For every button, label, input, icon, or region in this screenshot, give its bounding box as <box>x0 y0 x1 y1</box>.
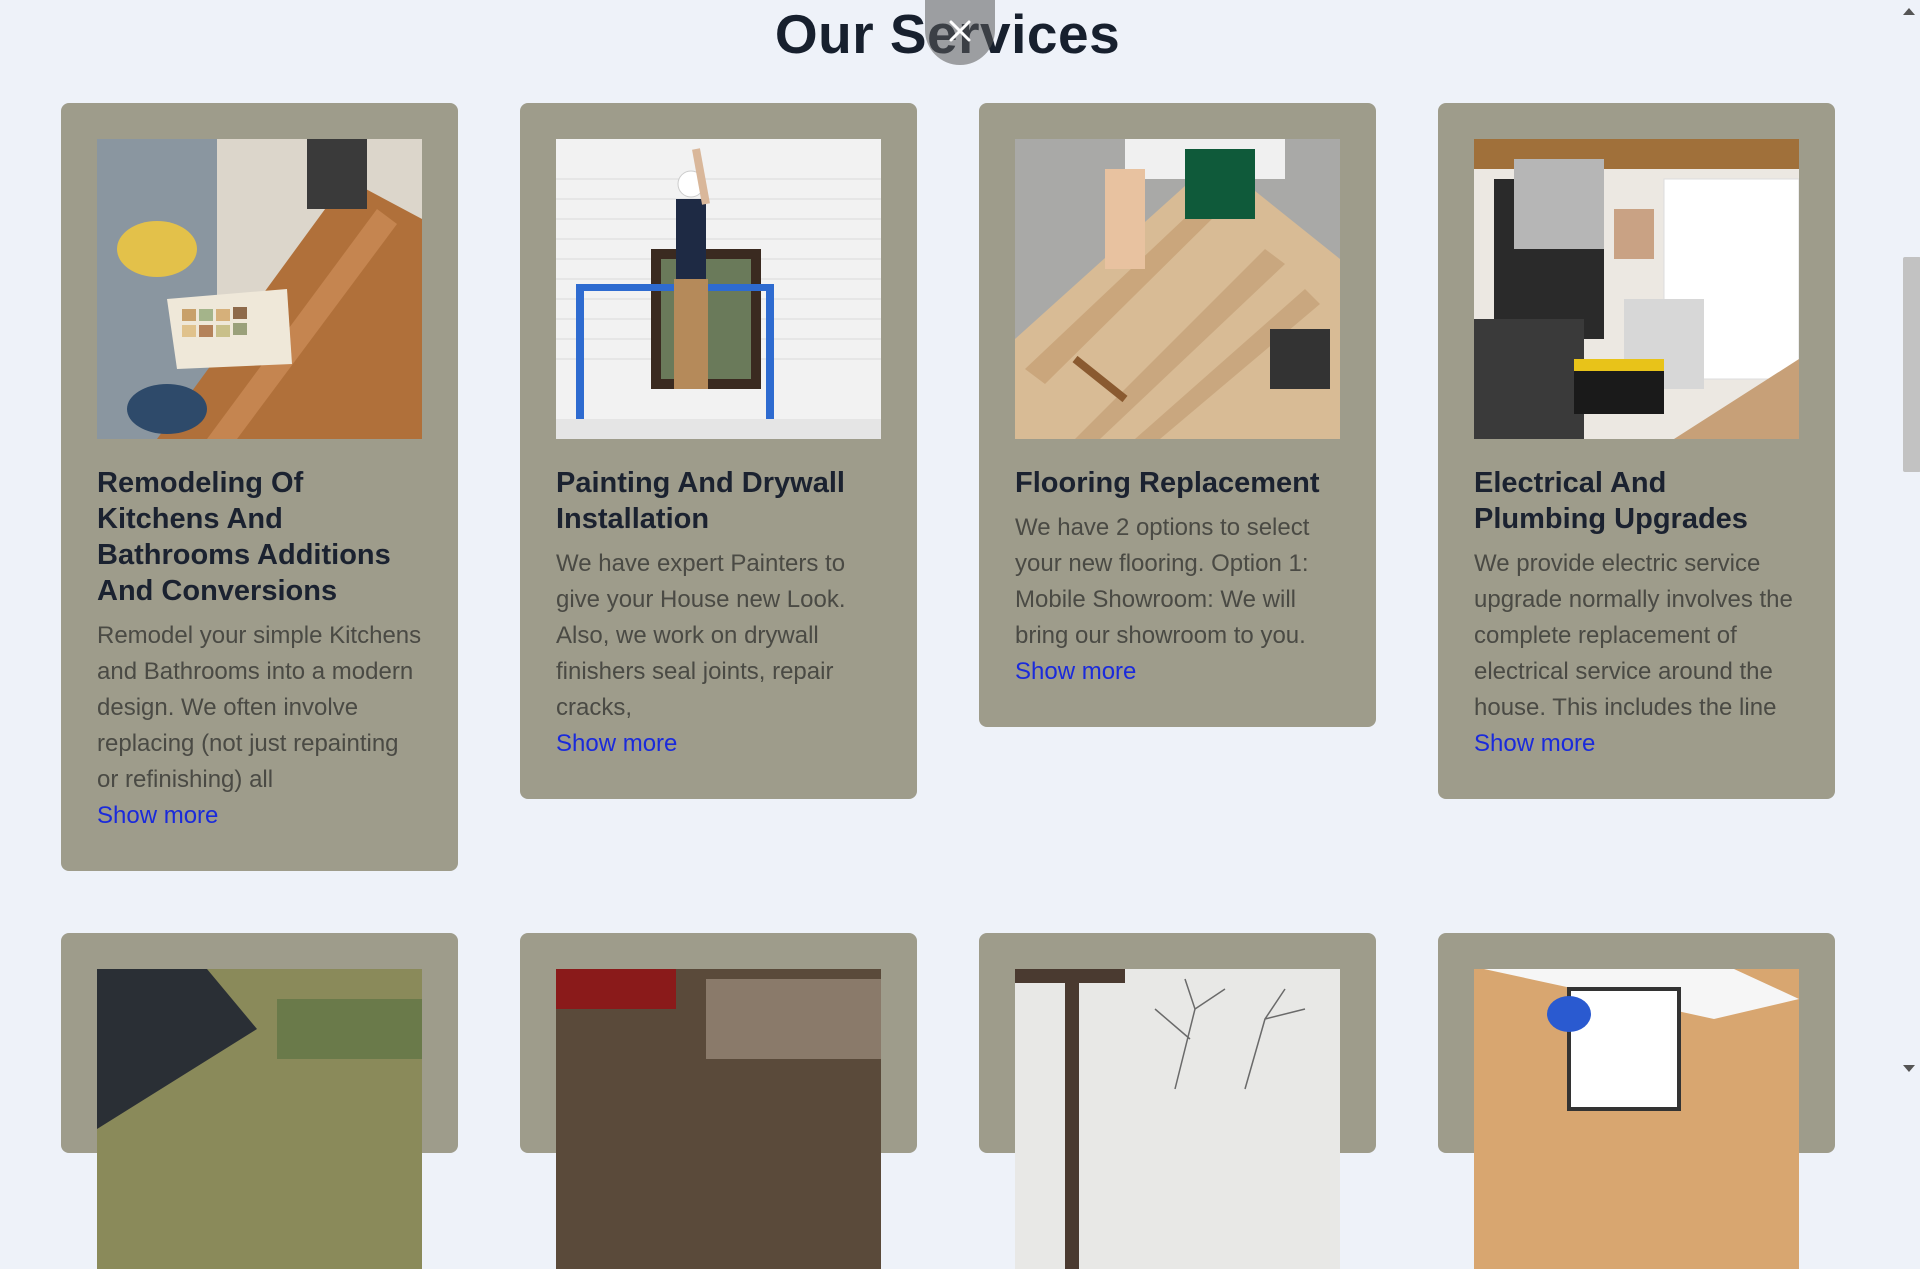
painter-photo <box>556 139 881 439</box>
service-card <box>979 933 1376 1269</box>
plumbing-photo <box>1474 139 1799 439</box>
service-card <box>61 933 458 1269</box>
service-title: Electrical And Plumbing Upgrades <box>1474 467 1748 535</box>
close-icon <box>949 20 971 41</box>
landscaping-photo <box>1015 969 1340 1269</box>
show-more-link[interactable]: Show more <box>97 798 422 834</box>
service-card <box>520 933 917 1269</box>
show-more-link[interactable]: Show more <box>1015 654 1340 690</box>
roofing-photo <box>97 969 422 1269</box>
flooring-photo <box>1015 139 1340 439</box>
service-description: We have 2 options to select your new flo… <box>1015 514 1310 649</box>
scroll-thumb[interactable] <box>1903 257 1920 472</box>
scroll-down-icon[interactable] <box>1903 1065 1915 1072</box>
service-card-painting: Painting And Drywall Installation We hav… <box>520 103 917 799</box>
service-description: Remodel your simple Kitchens and Bathroo… <box>97 622 422 793</box>
show-more-link[interactable]: Show more <box>1474 726 1799 762</box>
service-card-remodeling: Remodeling Of Kitchens And Bathrooms Add… <box>61 103 458 871</box>
service-card <box>1438 933 1835 1269</box>
kitchen-remodel-photo <box>97 139 422 439</box>
show-more-link[interactable]: Show more <box>556 726 881 762</box>
service-title: Painting And Drywall Installation <box>556 467 845 535</box>
vertical-scrollbar[interactable] <box>1897 0 1920 1080</box>
service-description: We provide electric service upgrade norm… <box>1474 550 1793 721</box>
service-card-flooring: Flooring Replacement We have 2 options t… <box>979 103 1376 727</box>
inspection-photo <box>1474 969 1799 1269</box>
carpentry-photo <box>556 969 881 1269</box>
service-title: Flooring Replacement <box>1015 467 1320 499</box>
service-card-electrical: Electrical And Plumbing Upgrades We prov… <box>1438 103 1835 799</box>
scroll-up-icon[interactable] <box>1903 8 1915 15</box>
service-description: We have expert Painters to give your Hou… <box>556 550 846 721</box>
service-title: Remodeling Of Kitchens And Bathrooms Add… <box>97 467 391 607</box>
